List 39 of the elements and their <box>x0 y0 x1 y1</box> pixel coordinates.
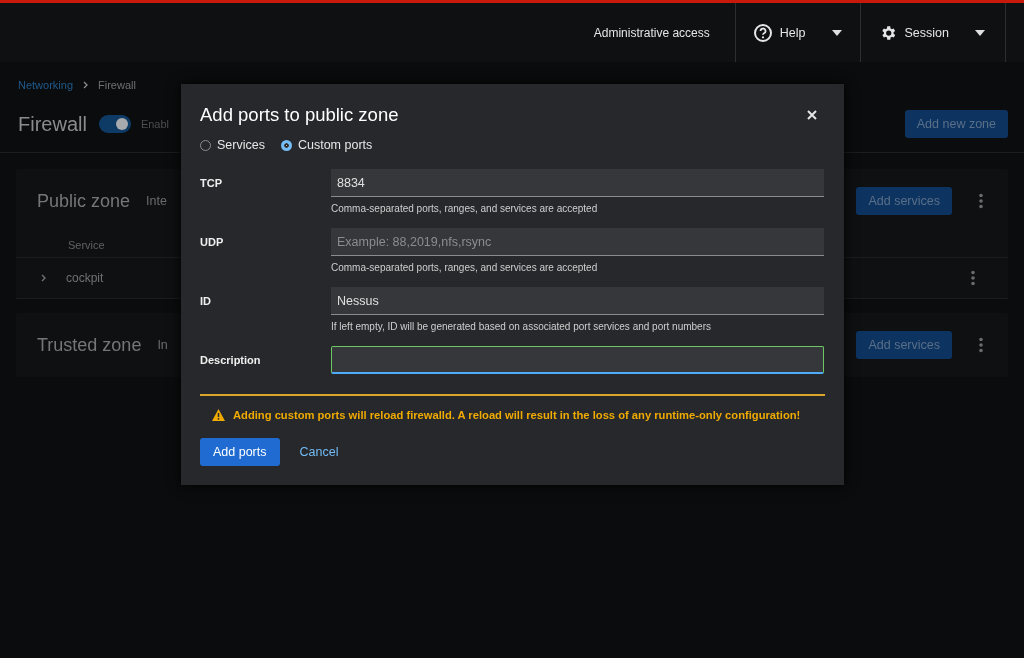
toggle-switch[interactable] <box>98 115 131 133</box>
input-field[interactable]: Example: 88,2019,nfs,rsync <box>331 228 824 256</box>
radio-option[interactable]: Custom ports <box>280 138 373 152</box>
field-label: ID <box>200 294 212 309</box>
zone-title: Public zone <box>37 190 131 212</box>
chevron-icon <box>83 81 89 89</box>
column-header: Service <box>68 239 105 251</box>
helper-text: If left empty, ID will be generated based on associated port services and port numbers <box>331 321 712 332</box>
input-field[interactable] <box>331 346 824 374</box>
kebab-icon[interactable] <box>978 337 984 353</box>
cancel-link[interactable]: Cancel <box>289 438 349 466</box>
caret-icon <box>831 29 842 36</box>
radio-option[interactable]: Services <box>200 138 265 152</box>
field-label: UDP <box>200 235 225 250</box>
warning-text: Adding custom ports will reload firewalld. A reload will result in the loss of any runtime-only configuration! <box>233 409 801 421</box>
access-label[interactable]: Administrative access <box>568 25 735 40</box>
toggle-label: Enabl <box>140 118 170 130</box>
helper-text: Comma-separated ports, ranges, and services are accepted <box>331 203 599 214</box>
dialog-title: Add ports to public zone <box>200 104 399 126</box>
zone-info: In <box>157 338 168 352</box>
breadcrumb-current: Firewall <box>98 79 136 91</box>
field-label: Description <box>200 353 262 368</box>
session-menu[interactable]: Session <box>859 3 1006 62</box>
expand-icon[interactable] <box>40 274 48 282</box>
page-title: Firewall <box>18 112 87 136</box>
kebab-icon[interactable] <box>970 270 976 286</box>
add-ports-button[interactable]: Add ports <box>200 438 280 466</box>
help-menu[interactable]: Help <box>734 3 860 62</box>
caret-icon <box>975 29 985 36</box>
table-cell: cockpit <box>66 271 104 285</box>
help-icon <box>753 23 772 42</box>
warning-icon <box>212 409 225 421</box>
helper-text: Comma-separated ports, ranges, and services are accepted <box>331 262 599 273</box>
input-field[interactable]: Nessus <box>331 287 824 315</box>
input-field[interactable]: 8834 <box>331 169 824 197</box>
kebab-icon[interactable] <box>978 193 984 209</box>
field-label: TCP <box>200 176 223 191</box>
zone-title: Trusted zone <box>37 334 142 356</box>
zone-info: Inte <box>146 194 167 208</box>
